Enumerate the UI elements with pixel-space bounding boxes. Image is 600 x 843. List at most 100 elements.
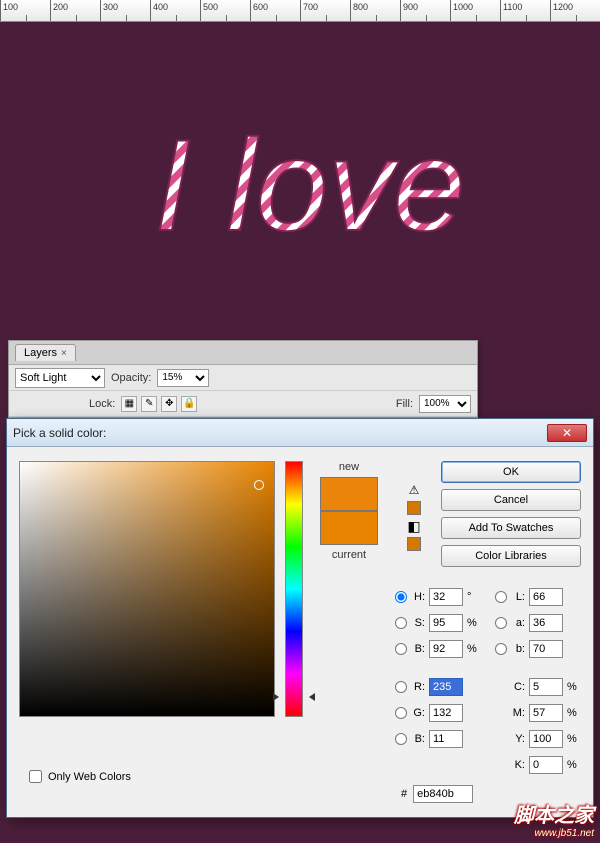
l-input[interactable]	[529, 588, 563, 606]
color-picker-dialog: Pick a solid color: ✕ new current ⚠ ◧	[6, 418, 594, 818]
bl-label: B:	[411, 733, 425, 745]
a-input[interactable]	[529, 614, 563, 632]
c-input[interactable]	[529, 678, 563, 696]
b2-label: b:	[511, 643, 525, 655]
g-radio[interactable]	[395, 707, 407, 719]
dialog-titlebar[interactable]: Pick a solid color: ✕	[7, 419, 593, 447]
r-label: R:	[411, 681, 425, 693]
close-button[interactable]: ✕	[547, 424, 587, 442]
ruler-tick: 100	[0, 0, 50, 21]
websafe-warning-icon[interactable]: ◧	[407, 519, 421, 533]
ruler-tick: 1200	[550, 0, 600, 21]
lock-move-icon[interactable]: ✥	[161, 396, 177, 412]
lock-label: Lock:	[89, 398, 115, 410]
l-radio[interactable]	[495, 591, 507, 603]
layers-lock-row: Lock: ▦ ✎ ✥ 🔒 Fill: 100%	[9, 391, 477, 417]
gamut-warning-icon[interactable]: ⚠	[407, 483, 421, 497]
layers-tab[interactable]: Layers ×	[15, 344, 76, 361]
bval-input[interactable]	[429, 640, 463, 658]
pct-unit: %	[467, 617, 481, 629]
swatch-column: new current ⚠ ◧	[313, 461, 385, 805]
l-label: L:	[511, 591, 525, 603]
sv-cursor	[254, 480, 264, 490]
c-label: C:	[511, 681, 525, 693]
hue-column	[285, 461, 303, 805]
canvas-artwork: I love	[40, 60, 580, 340]
ruler-tick: 600	[250, 0, 300, 21]
pct4: %	[567, 707, 581, 719]
hue-pointer	[279, 693, 309, 701]
websafe-swatch[interactable]	[407, 537, 421, 551]
r-radio[interactable]	[395, 681, 407, 693]
only-web-colors-checkbox[interactable]: Only Web Colors	[29, 770, 131, 783]
s-input[interactable]	[429, 614, 463, 632]
close-icon[interactable]: ×	[61, 348, 67, 359]
dialog-body: new current ⚠ ◧ OK Cancel Add To Swatche…	[7, 447, 593, 819]
ruler-tick: 300	[100, 0, 150, 21]
pct3: %	[567, 681, 581, 693]
s-label: S:	[411, 617, 425, 629]
a-label: a:	[511, 617, 525, 629]
new-label: new	[339, 461, 359, 473]
deg-unit: °	[467, 591, 481, 603]
ruler-tick: 900	[400, 0, 450, 21]
k-input[interactable]	[529, 756, 563, 774]
current-label: current	[332, 549, 366, 561]
k-label: K:	[511, 759, 525, 771]
b2-input[interactable]	[529, 640, 563, 658]
ruler: 100200300400500600700800900100011001200	[0, 0, 600, 22]
a-radio[interactable]	[495, 617, 507, 629]
ok-button[interactable]: OK	[441, 461, 581, 483]
h-input[interactable]	[429, 588, 463, 606]
watermark: 脚本之家 www.jb51.net	[514, 799, 594, 839]
ruler-tick: 400	[150, 0, 200, 21]
b2-radio[interactable]	[495, 643, 507, 655]
add-swatches-button[interactable]: Add To Swatches	[441, 517, 581, 539]
hue-slider[interactable]	[285, 461, 303, 717]
numeric-grid: H:° S:% B:% R: G: B: L: a: b: C:% M:% Y:…	[395, 587, 581, 775]
y-label: Y:	[511, 733, 525, 745]
pct5: %	[567, 733, 581, 745]
lock-transparency-icon[interactable]: ▦	[121, 396, 137, 412]
layers-tab-row: Layers ×	[9, 341, 477, 365]
dialog-title: Pick a solid color:	[13, 426, 547, 440]
lock-brush-icon[interactable]: ✎	[141, 396, 157, 412]
gamut-swatch[interactable]	[407, 501, 421, 515]
bval-label: B:	[411, 643, 425, 655]
ruler-tick: 700	[300, 0, 350, 21]
h-label: H:	[411, 591, 425, 603]
hex-label: #	[401, 788, 407, 800]
g-input[interactable]	[429, 704, 463, 722]
color-libraries-button[interactable]: Color Libraries	[441, 545, 581, 567]
b-input[interactable]	[429, 730, 463, 748]
bval-radio[interactable]	[395, 643, 407, 655]
lock-all-icon[interactable]: 🔒	[181, 396, 197, 412]
layers-blend-row: Soft Light Opacity: 15%	[9, 365, 477, 391]
layers-panel: Layers × Soft Light Opacity: 15% Lock: ▦ …	[8, 340, 478, 418]
cancel-button[interactable]: Cancel	[441, 489, 581, 511]
layers-tab-label: Layers	[24, 347, 57, 359]
ruler-tick: 500	[200, 0, 250, 21]
saturation-value-picker[interactable]	[19, 461, 275, 717]
lock-icons: ▦ ✎ ✥ 🔒	[121, 396, 197, 412]
hex-input[interactable]	[413, 785, 473, 803]
opacity-label: Opacity:	[111, 372, 151, 384]
y-input[interactable]	[529, 730, 563, 748]
fields-column: OK Cancel Add To Swatches Color Librarie…	[395, 461, 581, 805]
opacity-dropdown[interactable]: 15%	[157, 369, 209, 387]
r-input[interactable]	[429, 678, 463, 696]
ruler-tick: 1100	[500, 0, 550, 21]
blend-mode-dropdown[interactable]: Soft Light	[15, 368, 105, 388]
only-web-colors-input[interactable]	[29, 770, 42, 783]
m-input[interactable]	[529, 704, 563, 722]
current-color-swatch[interactable]	[320, 511, 378, 545]
s-radio[interactable]	[395, 617, 407, 629]
new-color-swatch[interactable]	[320, 477, 378, 511]
ruler-tick: 1000	[450, 0, 500, 21]
pct6: %	[567, 759, 581, 771]
fill-dropdown[interactable]: 100%	[419, 395, 471, 413]
fill-label: Fill:	[396, 398, 413, 410]
ruler-tick: 800	[350, 0, 400, 21]
b-radio[interactable]	[395, 733, 407, 745]
h-radio[interactable]	[395, 591, 407, 603]
